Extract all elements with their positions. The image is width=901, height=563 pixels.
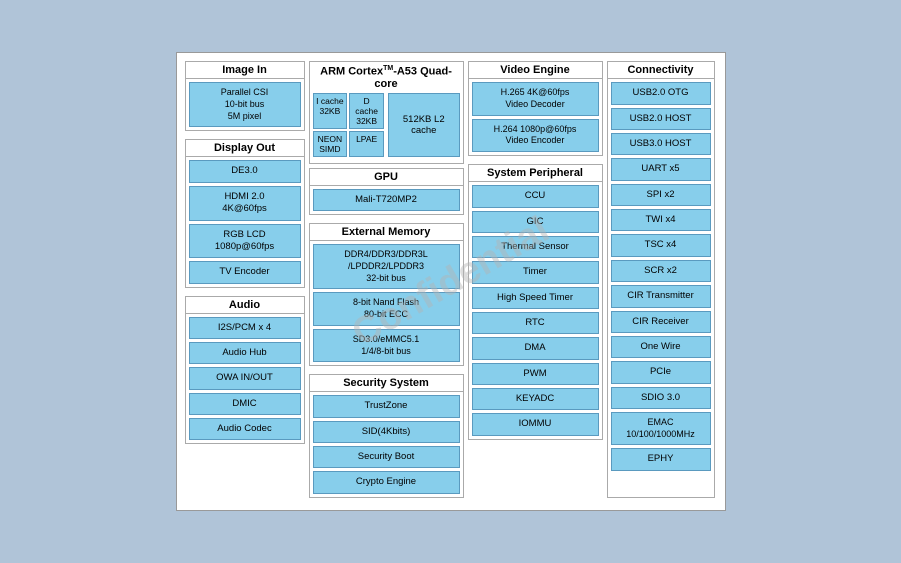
lpae-box: LPAE [349,131,384,157]
image-in-title: Image In [186,62,304,79]
tv-encoder-cell: TV Encoder [189,261,301,283]
neon-box: NEON SIMD [313,131,348,157]
twi-cell: TWI x4 [611,209,711,231]
sys-peri-section: System Peripheral CCU GIC Thermal Sensor… [468,164,603,439]
display-out-title: Display Out [186,140,304,157]
usb2-host-cell: USB2.0 HOST [611,108,711,130]
usb2-otg-cell: USB2.0 OTG [611,82,711,104]
sid-cell: SID(4Kbits) [313,421,460,443]
arm-section: ARM CortexTM-A53 Quad-core I cache 32KB … [309,61,464,164]
cir-rx-cell: CIR Receiver [611,311,711,333]
connectivity-title: Connectivity [608,62,714,79]
crypto-engine-cell: Crypto Engine [313,471,460,493]
uart-cell: UART x5 [611,158,711,180]
display-out-section: Display Out DE3.0 HDMI 2.0 4K@60fps RGB … [185,139,305,287]
h264-cell: H.264 1080p@60fps Video Encoder [472,119,599,152]
one-wire-cell: One Wire [611,336,711,358]
rtc-cell: RTC [472,312,599,334]
ext-mem-title: External Memory [310,224,463,241]
gpu-title: GPU [310,169,463,186]
ddr-cell: DDR4/DDR3/DDR3L /LPDDR2/LPDDR3 32-bit bu… [313,244,460,289]
keyadc-cell: KEYADC [472,388,599,410]
security-section: Security System TrustZone SID(4Kbits) Se… [309,374,464,497]
ephy-cell: EPHY [611,448,711,470]
thermal-cell: Thermal Sensor [472,236,599,258]
owa-cell: OWA IN/OUT [189,367,301,389]
audio-title: Audio [186,297,304,314]
audio-codec-cell: Audio Codec [189,418,301,440]
gic-cell: GIC [472,211,599,233]
video-engine-title: Video Engine [469,62,602,79]
ccu-cell: CCU [472,185,599,207]
dmic-cell: DMIC [189,393,301,415]
tsc-cell: TSC x4 [611,234,711,256]
arm-title: ARM CortexTM-A53 Quad-core [313,65,460,90]
cir-tx-cell: CIR Transmitter [611,285,711,307]
pcie-cell: PCIe [611,361,711,383]
h265-cell: H.265 4K@60fps Video Decoder [472,82,599,115]
pwm-cell: PWM [472,363,599,385]
parallel-csi-cell: Parallel CSI 10-bit bus 5M pixel [189,82,301,127]
audio-hub-cell: Audio Hub [189,342,301,364]
security-title: Security System [310,375,463,392]
sys-peri-title: System Peripheral [469,165,602,182]
high-speed-timer-cell: High Speed Timer [472,287,599,309]
nand-cell: 8-bit Nand Flash 80-bit ECC [313,292,460,325]
dcache-box: D cache 32KB [349,93,384,129]
i2s-cell: I2S/PCM x 4 [189,317,301,339]
trustzone-cell: TrustZone [313,395,460,417]
dma-cell: DMA [472,337,599,359]
timer-cell: Timer [472,261,599,283]
video-engine-section: Video Engine H.265 4K@60fps Video Decode… [468,61,603,156]
de30-cell: DE3.0 [189,160,301,182]
chip-diagram: Confidential Image In Parallel CSI 10-bi… [176,52,726,510]
hdmi-cell: HDMI 2.0 4K@60fps [189,186,301,221]
mali-cell: Mali-T720MP2 [313,189,460,211]
iommu-cell: IOMMU [472,413,599,435]
image-in-section: Image In Parallel CSI 10-bit bus 5M pixe… [185,61,305,131]
security-boot-cell: Security Boot [313,446,460,468]
scr-cell: SCR x2 [611,260,711,282]
audio-section: Audio I2S/PCM x 4 Audio Hub OWA IN/OUT D… [185,296,305,445]
ext-mem-section: External Memory DDR4/DDR3/DDR3L /LPDDR2/… [309,223,464,366]
icache-box: I cache 32KB [313,93,348,129]
gpu-section: GPU Mali-T720MP2 [309,168,464,215]
sd-cell: SD3.0/eMMC5.1 1/4/8-bit bus [313,329,460,362]
spi-cell: SPI x2 [611,184,711,206]
emac-cell: EMAC 10/100/1000MHz [611,412,711,445]
sdio-cell: SDIO 3.0 [611,387,711,409]
connectivity-section: Connectivity USB2.0 OTG USB2.0 HOST USB3… [607,61,715,497]
rgb-lcd-cell: RGB LCD 1080p@60fps [189,224,301,259]
usb3-host-cell: USB3.0 HOST [611,133,711,155]
l2-cache-cell: 512KB L2 cache [388,93,460,157]
